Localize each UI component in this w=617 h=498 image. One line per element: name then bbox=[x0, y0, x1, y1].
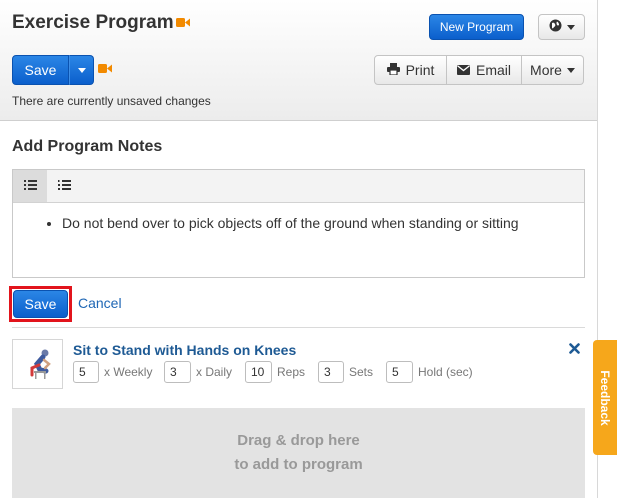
notes-editor-content[interactable]: Do not bend over to pick objects off of … bbox=[13, 203, 584, 231]
editor-toolbar bbox=[13, 170, 584, 203]
hold-input[interactable]: 5 bbox=[386, 361, 413, 383]
email-icon bbox=[456, 62, 470, 78]
divider bbox=[12, 327, 585, 328]
weekly-input[interactable]: 5 bbox=[73, 361, 99, 383]
notes-list: Do not bend over to pick objects off of … bbox=[29, 215, 568, 231]
feedback-label: Feedback bbox=[598, 369, 612, 426]
globe-icon bbox=[549, 19, 562, 35]
reps-label: Reps bbox=[277, 365, 306, 379]
chevron-down-icon bbox=[77, 67, 86, 73]
language-dropdown-button[interactable] bbox=[538, 14, 585, 40]
drop-zone[interactable]: Drag & drop here to add to program bbox=[12, 408, 585, 498]
print-button[interactable]: Print bbox=[374, 55, 447, 85]
daily-input[interactable]: 3 bbox=[164, 361, 191, 383]
remove-icon[interactable] bbox=[569, 341, 580, 359]
exercise-program-panel: Exercise Program New Program Save Print … bbox=[0, 0, 598, 498]
save-notes-button[interactable]: Save bbox=[13, 290, 68, 318]
page-title: Exercise Program bbox=[12, 12, 174, 33]
program-header: Exercise Program New Program Save Print … bbox=[0, 0, 597, 121]
chevron-down-icon bbox=[566, 24, 575, 30]
save-button-group: Save bbox=[12, 55, 94, 85]
drop-zone-line2: to add to program bbox=[234, 456, 363, 473]
weekly-param: 5 x Weekly bbox=[73, 361, 152, 383]
weekly-label: x Weekly bbox=[104, 365, 153, 379]
hold-param: 5 Hold (sec) bbox=[386, 361, 473, 383]
cancel-notes-link[interactable]: Cancel bbox=[78, 295, 122, 311]
hold-label: Hold (sec) bbox=[418, 365, 473, 379]
save-notes-label: Save bbox=[24, 296, 57, 312]
sets-input[interactable]: 3 bbox=[318, 361, 344, 383]
video-icon[interactable] bbox=[176, 17, 190, 28]
sets-label: Sets bbox=[349, 365, 374, 379]
daily-label: x Daily bbox=[196, 365, 233, 379]
sets-param: 3 Sets bbox=[318, 361, 373, 383]
exercise-thumbnail[interactable] bbox=[12, 339, 63, 389]
exercise-title-link[interactable]: Sit to Stand with Hands on Knees bbox=[73, 342, 296, 358]
unsaved-changes-status: There are currently unsaved changes bbox=[12, 94, 211, 108]
notes-section-title: Add Program Notes bbox=[12, 138, 163, 155]
print-icon bbox=[386, 62, 400, 78]
save-label: Save bbox=[24, 62, 57, 78]
print-label: Print bbox=[405, 62, 435, 78]
drop-zone-line1: Drag & drop here bbox=[237, 432, 360, 449]
daily-param: 3 x Daily bbox=[164, 361, 232, 383]
list-icon bbox=[23, 177, 37, 195]
share-button-group: Print Email More bbox=[374, 55, 584, 85]
video-icon[interactable] bbox=[98, 63, 112, 74]
save-options-dropdown[interactable] bbox=[69, 55, 94, 85]
email-button[interactable]: Email bbox=[447, 55, 522, 85]
numbered-list-button[interactable] bbox=[47, 170, 81, 202]
notes-editor: Do not bend over to pick objects off of … bbox=[12, 169, 585, 278]
feedback-tab[interactable]: Feedback bbox=[593, 340, 617, 455]
more-dropdown-button[interactable]: More bbox=[522, 55, 584, 85]
bullet-list-button[interactable] bbox=[13, 170, 47, 202]
chevron-down-icon bbox=[566, 67, 575, 73]
ordered-list-icon bbox=[57, 177, 71, 195]
note-item: Do not bend over to pick objects off of … bbox=[62, 215, 568, 231]
email-label: Email bbox=[475, 62, 511, 78]
save-button[interactable]: Save bbox=[12, 55, 69, 85]
reps-param: 10 Reps bbox=[245, 361, 305, 383]
new-program-label: New Program bbox=[439, 20, 514, 34]
new-program-button[interactable]: New Program bbox=[429, 14, 524, 40]
more-label: More bbox=[530, 62, 562, 78]
reps-input[interactable]: 10 bbox=[245, 361, 272, 383]
